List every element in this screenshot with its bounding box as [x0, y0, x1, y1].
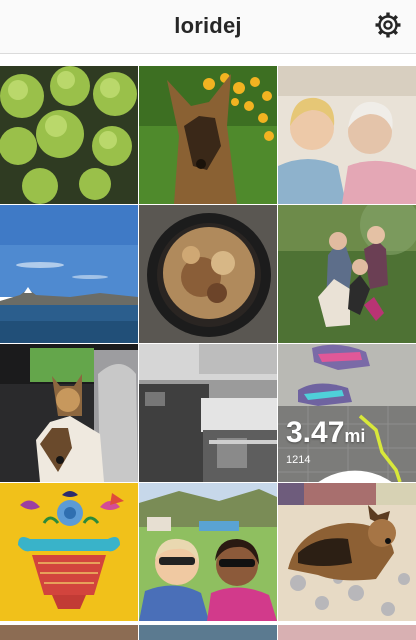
- photo-image: [278, 66, 416, 204]
- photo-tile[interactable]: [278, 66, 416, 204]
- profile-username: loridej: [174, 13, 242, 38]
- photo-tile[interactable]: [278, 483, 416, 621]
- photo-tile[interactable]: [0, 344, 138, 482]
- run-distance: 3.47mi: [286, 416, 365, 450]
- photo-image: [0, 205, 138, 343]
- photo-tile[interactable]: [139, 66, 277, 204]
- photo-image: [0, 344, 138, 482]
- photo-tile[interactable]: [139, 483, 277, 621]
- photo-image: [139, 66, 277, 204]
- photo-tile[interactable]: [0, 205, 138, 343]
- run-distance-value: 3.47: [286, 416, 345, 449]
- plus-circle-icon: [318, 470, 392, 482]
- run-tracker-tile[interactable]: 3.47mi 1214: [278, 344, 416, 482]
- photo-tile[interactable]: [139, 205, 277, 343]
- photo-tile-partial[interactable]: [0, 625, 138, 640]
- photo-tile[interactable]: [278, 205, 416, 343]
- photo-tile[interactable]: [0, 66, 138, 204]
- photo-tile-partial[interactable]: [278, 625, 416, 640]
- next-row-preview: [0, 625, 416, 640]
- profile-header: loridej: [0, 0, 416, 54]
- photo-image: [139, 483, 277, 621]
- photo-tile[interactable]: [0, 483, 138, 621]
- photo-image: [0, 483, 138, 621]
- photo-grid: 3.47mi 1214: [0, 66, 416, 621]
- run-calories: 1214: [286, 454, 416, 482]
- photo-tile-partial[interactable]: [139, 625, 277, 640]
- photo-image: [139, 344, 277, 482]
- photo-tile[interactable]: [139, 344, 277, 482]
- photo-image: [0, 66, 138, 204]
- photo-image: [139, 205, 277, 343]
- photo-image: [278, 483, 416, 621]
- run-distance-unit: mi: [344, 426, 366, 446]
- gear-icon[interactable]: [373, 10, 403, 40]
- photo-image: [278, 205, 416, 343]
- run-calories-value: 1214: [286, 454, 311, 466]
